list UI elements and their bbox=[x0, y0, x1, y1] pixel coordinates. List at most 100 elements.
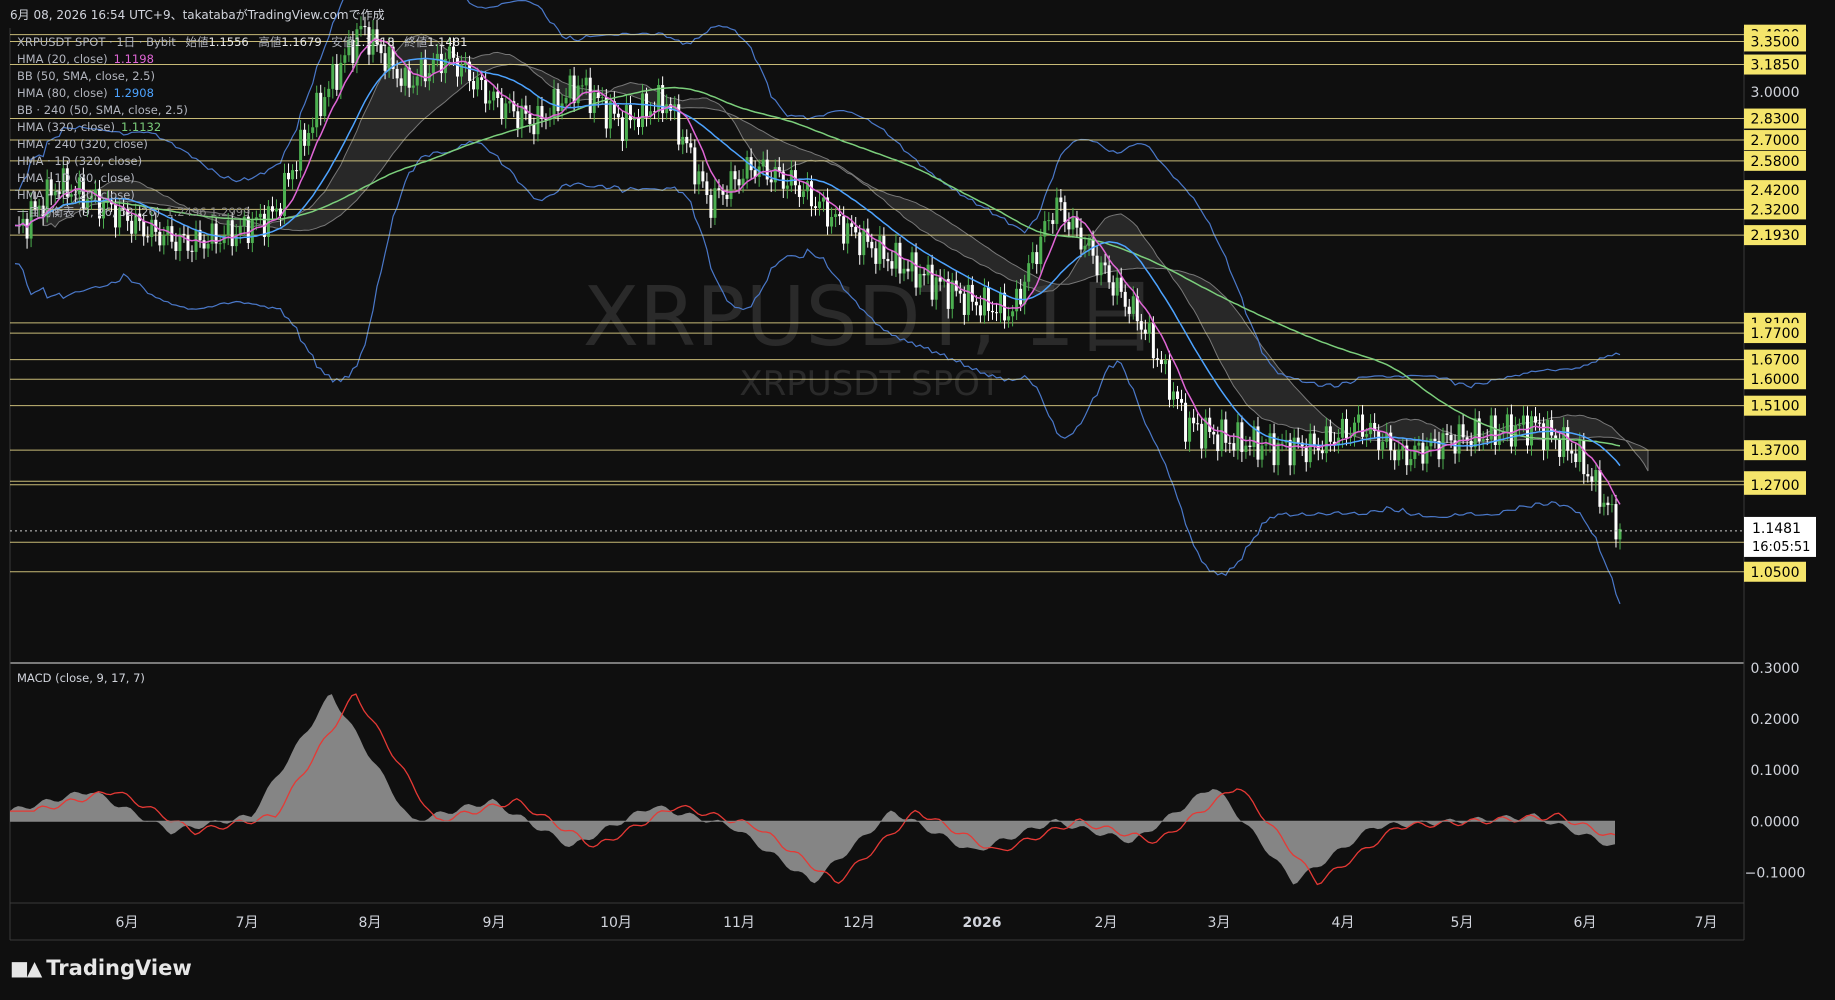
candle-body bbox=[882, 235, 886, 259]
time-axis-label: 8月 bbox=[359, 915, 382, 931]
time-axis-label: 6月 bbox=[116, 915, 139, 931]
level-label: 2.4200 bbox=[1751, 183, 1800, 199]
candle-body bbox=[1123, 291, 1127, 307]
indicator-label: HMA · 1D (20, close) bbox=[17, 188, 135, 202]
indicator-row[interactable]: 一目均衡表 (9, 26, 52, 26) 1.2496 1.2999 bbox=[17, 204, 467, 221]
candle-body bbox=[206, 243, 210, 249]
candle-body bbox=[1163, 360, 1167, 365]
candle-body bbox=[813, 206, 817, 208]
candle-body bbox=[608, 101, 612, 129]
candle-body bbox=[636, 118, 640, 128]
tradingview-mark-icon: ■▲ bbox=[10, 956, 42, 980]
candle-body bbox=[1063, 202, 1067, 223]
candle-body bbox=[1296, 437, 1300, 443]
level-label: 1.6700 bbox=[1751, 353, 1800, 369]
candle-body bbox=[1485, 439, 1489, 441]
candle-body bbox=[797, 185, 801, 197]
candle-body bbox=[1578, 440, 1582, 463]
candle-body bbox=[1288, 439, 1292, 466]
tradingview-logo[interactable]: ■▲ TradingView bbox=[10, 956, 192, 980]
candle-body bbox=[1433, 438, 1437, 442]
candle-body bbox=[990, 310, 994, 313]
candle-body bbox=[1147, 322, 1151, 334]
candle-body bbox=[858, 232, 862, 256]
macd-title[interactable]: MACD (close, 9, 17, 7) bbox=[17, 671, 145, 685]
candle-body bbox=[174, 241, 178, 252]
candle-body bbox=[717, 188, 721, 190]
candle-body bbox=[1176, 391, 1180, 399]
candle-body bbox=[359, 25, 363, 30]
candle-body bbox=[705, 181, 709, 196]
close-value: 1.1481 bbox=[427, 35, 468, 49]
indicator-row[interactable]: HMA · 240 (320, close) bbox=[17, 136, 467, 153]
high-value: 1.1679 bbox=[281, 35, 322, 49]
candle-body bbox=[1051, 220, 1055, 224]
candle-body bbox=[999, 292, 1003, 314]
candle-body bbox=[1035, 252, 1039, 265]
level-label: 2.5800 bbox=[1751, 154, 1800, 170]
candle-body bbox=[1244, 445, 1248, 452]
candle-body bbox=[1574, 453, 1578, 463]
candle-body bbox=[681, 136, 685, 145]
candle-body bbox=[1139, 321, 1143, 330]
indicator-value: 1.1132 bbox=[120, 120, 162, 134]
candle-body bbox=[1473, 418, 1477, 448]
candle-body bbox=[230, 220, 234, 247]
symbol-ohlc-line[interactable]: XRPUSDT SPOT · 1日 · Bybit 始値1.1556 高値1.1… bbox=[17, 34, 467, 51]
indicator-row[interactable]: HMA · 1D (20, close) bbox=[17, 187, 467, 204]
candle-body bbox=[182, 233, 186, 236]
indicator-label: HMA · 240 (320, close) bbox=[17, 137, 148, 151]
indicator-row[interactable]: HMA · 1D (320, close) bbox=[17, 153, 467, 170]
macd-axis-tick: 0.3000 bbox=[1751, 661, 1800, 677]
indicator-row[interactable]: HMA (20, close) 1.1198 bbox=[17, 51, 467, 68]
candle-body bbox=[874, 248, 878, 264]
candle-body bbox=[769, 179, 773, 183]
candle-body bbox=[697, 171, 701, 185]
candle-body bbox=[1264, 444, 1268, 446]
candle-body bbox=[1590, 476, 1594, 482]
candle-body bbox=[1449, 434, 1453, 441]
candle-body bbox=[1095, 255, 1099, 276]
indicator-row[interactable]: HMA (80, close) 1.2908 bbox=[17, 85, 467, 102]
candle-body bbox=[978, 305, 982, 316]
candle-body bbox=[1320, 450, 1324, 454]
indicator-row[interactable]: HMA · 1D (80, close) bbox=[17, 170, 467, 187]
candle-body bbox=[854, 226, 858, 233]
candle-body bbox=[604, 97, 608, 129]
candle-body bbox=[846, 223, 850, 244]
high-label: 高値 bbox=[258, 35, 282, 49]
candle-body bbox=[1027, 263, 1031, 282]
candle-body bbox=[701, 171, 705, 182]
candle-body bbox=[801, 191, 805, 197]
time-axis-label: 7月 bbox=[1695, 915, 1718, 931]
candle-body bbox=[25, 218, 29, 239]
indicator-row[interactable]: BB · 240 (50, SMA, close, 2.5) bbox=[17, 102, 467, 119]
candle-body bbox=[1505, 414, 1509, 432]
candle-body bbox=[729, 171, 733, 200]
candle-body bbox=[842, 216, 846, 244]
indicator-row[interactable]: HMA (320, close) 1.1132 bbox=[17, 119, 467, 136]
symbol-label[interactable]: XRPUSDT SPOT · 1日 · Bybit bbox=[17, 35, 176, 49]
time-axis-label: 12月 bbox=[843, 915, 875, 931]
candle-body bbox=[1228, 442, 1232, 444]
candle-body bbox=[480, 77, 484, 81]
candle-body bbox=[818, 201, 822, 208]
open-value: 1.1556 bbox=[208, 35, 249, 49]
candle-body bbox=[1111, 282, 1115, 296]
candle-body bbox=[1131, 296, 1135, 314]
time-axis-label: 7月 bbox=[236, 915, 259, 931]
candle-body bbox=[1594, 469, 1598, 482]
candle-body bbox=[1461, 424, 1465, 438]
macd-axis-tick: 0.2000 bbox=[1751, 712, 1800, 728]
candle-body bbox=[1007, 316, 1011, 321]
level-label: 2.1930 bbox=[1751, 228, 1800, 244]
candle-body bbox=[1308, 433, 1312, 463]
indicator-row[interactable]: BB (50, SMA, close, 2.5) bbox=[17, 68, 467, 85]
time-axis-label: 4月 bbox=[1332, 915, 1355, 931]
candle-body bbox=[620, 117, 624, 141]
price-axis-tick: 3.0000 bbox=[1751, 85, 1800, 101]
candle-body bbox=[862, 228, 866, 256]
candle-body bbox=[1481, 439, 1485, 442]
indicator-label: HMA · 1D (320, close) bbox=[17, 154, 143, 168]
candle-body bbox=[958, 290, 962, 294]
